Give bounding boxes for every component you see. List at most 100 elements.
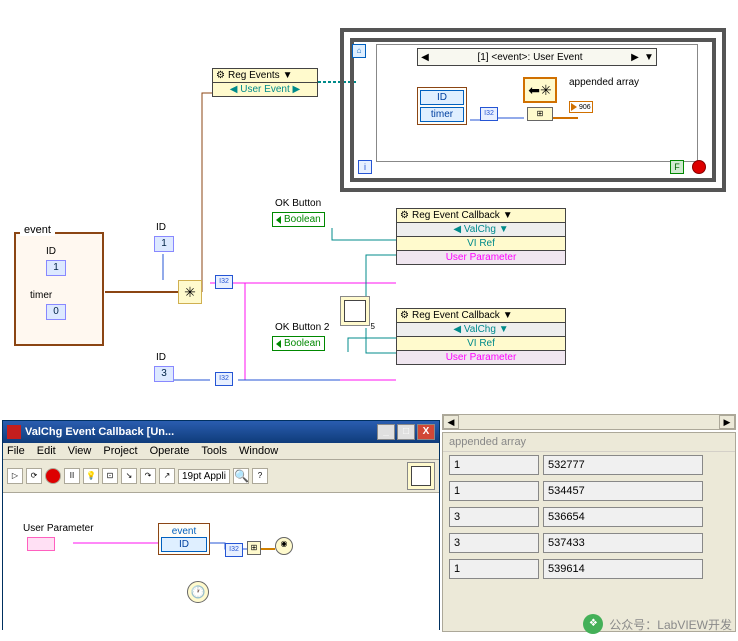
- step-into-button[interactable]: ↘: [121, 468, 137, 484]
- wire-cb2-val: [348, 338, 396, 352]
- menu-operate[interactable]: Operate: [150, 445, 190, 457]
- help-button[interactable]: ?: [252, 468, 268, 484]
- array-idx[interactable]: 1: [449, 455, 539, 475]
- retain-wire-button[interactable]: ⊡: [102, 468, 118, 484]
- event-prev-icon[interactable]: ◀: [418, 52, 432, 63]
- array-val[interactable]: 536654: [543, 507, 703, 527]
- i32-convert-2: I32: [215, 372, 233, 386]
- search-button[interactable]: 🔍: [233, 468, 249, 484]
- tick-count-icon: 🕐: [187, 581, 209, 603]
- event-structure: ◀ [1] <event>: User Event ▶ ▼ ID timer I…: [376, 44, 698, 162]
- id-label: ID: [46, 246, 56, 257]
- array-idx[interactable]: 3: [449, 507, 539, 527]
- menu-file[interactable]: File: [7, 445, 25, 457]
- reg-cb1-row2: VI Ref: [397, 237, 565, 251]
- close-button[interactable]: X: [417, 424, 435, 440]
- menu-project[interactable]: Project: [103, 445, 137, 457]
- subvi-ref-node[interactable]: 5: [340, 296, 370, 326]
- wire-to-regevents: [202, 93, 212, 292]
- dynamic-event-terminal-icon: ⌂: [352, 44, 366, 58]
- wire-cb1-val: [332, 228, 396, 240]
- ok2-type: Boolean: [284, 338, 321, 349]
- minimize-button[interactable]: _: [377, 424, 395, 440]
- watermark-text: 公众号：LabVIEW开发: [609, 616, 732, 633]
- scroll-left-icon[interactable]: ◀: [443, 415, 459, 429]
- event-dropdown-icon[interactable]: ▼: [642, 52, 656, 63]
- watermark: ❖ 公众号：LabVIEW开发: [583, 614, 732, 634]
- array-header-label: appended array: [443, 433, 735, 452]
- menu-view[interactable]: View: [68, 445, 92, 457]
- ok1-label: OK Button: [275, 198, 321, 209]
- reg-events-row1[interactable]: ◀ User Event ▶: [213, 83, 317, 96]
- ok2-terminal: Boolean: [272, 336, 325, 351]
- feedback-node-icon: ⬅✳: [523, 77, 557, 103]
- build-array-icon: ⊞: [527, 107, 553, 121]
- array-val[interactable]: 534457: [543, 481, 703, 501]
- i32-inside-event: I32: [480, 107, 498, 121]
- menu-window[interactable]: Window: [239, 445, 278, 457]
- id1-label: ID: [156, 222, 166, 233]
- diagram-build-icon: ⊞: [247, 541, 261, 555]
- step-out-button[interactable]: ↗: [159, 468, 175, 484]
- vi-icon[interactable]: [407, 462, 435, 490]
- abort-button[interactable]: [45, 468, 61, 484]
- reg-cb2-row3: User Parameter: [397, 351, 565, 364]
- scrollbar-horizontal[interactable]: ◀ ▶: [442, 414, 736, 430]
- array-row: 3 536654: [443, 504, 735, 530]
- maximize-button[interactable]: □: [397, 424, 415, 440]
- reg-cb2-title: ⚙ Reg Event Callback ▼: [397, 309, 565, 323]
- step-over-button[interactable]: ↷: [140, 468, 156, 484]
- vi-toolbar: ▷ ⟳ II 💡 ⊡ ↘ ↷ ↗ 19pt Appli 🔍 ?: [3, 460, 439, 493]
- vi-window: ValChg Event Callback [Un... _ □ X File …: [2, 420, 440, 630]
- user-param-terminal: [27, 537, 55, 551]
- vi-titlebar[interactable]: ValChg Event Callback [Un... _ □ X: [3, 421, 439, 443]
- loop-i-terminal: i: [358, 160, 372, 174]
- array-val[interactable]: 532777: [543, 455, 703, 475]
- menu-edit[interactable]: Edit: [37, 445, 56, 457]
- bool-arrow-icon: [276, 216, 281, 224]
- id2-label: ID: [156, 352, 166, 363]
- id1-value: 1: [154, 236, 174, 252]
- reg-cb1-r1: ValChg: [464, 224, 496, 235]
- id-value: 1: [46, 260, 66, 276]
- while-loop-inner: ⌂ ◀ [1] <event>: User Event ▶ ▼ ID timer…: [350, 38, 716, 182]
- array-row: 1 534457: [443, 478, 735, 504]
- array-idx[interactable]: 3: [449, 533, 539, 553]
- reg-cb1-title: ⚙ Reg Event Callback ▼: [397, 209, 565, 223]
- highlight-button[interactable]: 💡: [83, 468, 99, 484]
- event-cluster-terminal: ID timer: [417, 87, 467, 125]
- font-selector[interactable]: 19pt Appli: [178, 469, 230, 484]
- vi-block-diagram: User Parameter event ID I32 ⊞ ◉ 🕐: [3, 493, 439, 639]
- pause-button[interactable]: II: [64, 468, 80, 484]
- event-id-label: ID: [420, 90, 464, 105]
- ok2-label: OK Button 2: [275, 322, 329, 333]
- wire-cb2-ref: [366, 328, 396, 353]
- user-param-label: User Parameter: [23, 523, 94, 534]
- diagram-id-label: ID: [161, 537, 207, 552]
- menu-tools[interactable]: Tools: [201, 445, 227, 457]
- array-idx[interactable]: 1: [449, 481, 539, 501]
- run-cont-button[interactable]: ⟳: [26, 468, 42, 484]
- reg-cb2-row2: VI Ref: [397, 337, 565, 351]
- cluster-label: event: [20, 224, 55, 236]
- subvi-count: 5: [371, 322, 375, 331]
- reg-callback-1: ⚙ Reg Event Callback ▼ ◀ ValChg ▼ VI Ref…: [396, 208, 566, 265]
- reg-cb2-row1[interactable]: ◀ ValChg ▼: [397, 323, 565, 337]
- array-val[interactable]: 537433: [543, 533, 703, 553]
- event-case-selector[interactable]: ◀ [1] <event>: User Event ▶ ▼: [417, 48, 657, 66]
- event-next-icon[interactable]: ▶: [628, 52, 642, 63]
- run-button[interactable]: ▷: [7, 468, 23, 484]
- loop-stop-icon: [692, 160, 706, 174]
- reg-callback-2: ⚙ Reg Event Callback ▼ ◀ ValChg ▼ VI Ref…: [396, 308, 566, 365]
- array-row: 1 532777: [443, 452, 735, 478]
- vi-menubar: File Edit View Project Operate Tools Win…: [3, 443, 439, 460]
- timer-value: 0: [46, 304, 66, 320]
- array-val[interactable]: 539614: [543, 559, 703, 579]
- array-idx[interactable]: 1: [449, 559, 539, 579]
- while-loop: ⌂ ◀ [1] <event>: User Event ▶ ▼ ID timer…: [340, 28, 726, 192]
- reg-cb2-title-text: Reg Event Callback: [412, 310, 500, 321]
- reg-cb1-row1[interactable]: ◀ ValChg ▼: [397, 223, 565, 237]
- scroll-right-icon[interactable]: ▶: [719, 415, 735, 429]
- subvi-ref-inner-icon: [344, 300, 366, 322]
- diagram-i32-icon: I32: [225, 543, 243, 557]
